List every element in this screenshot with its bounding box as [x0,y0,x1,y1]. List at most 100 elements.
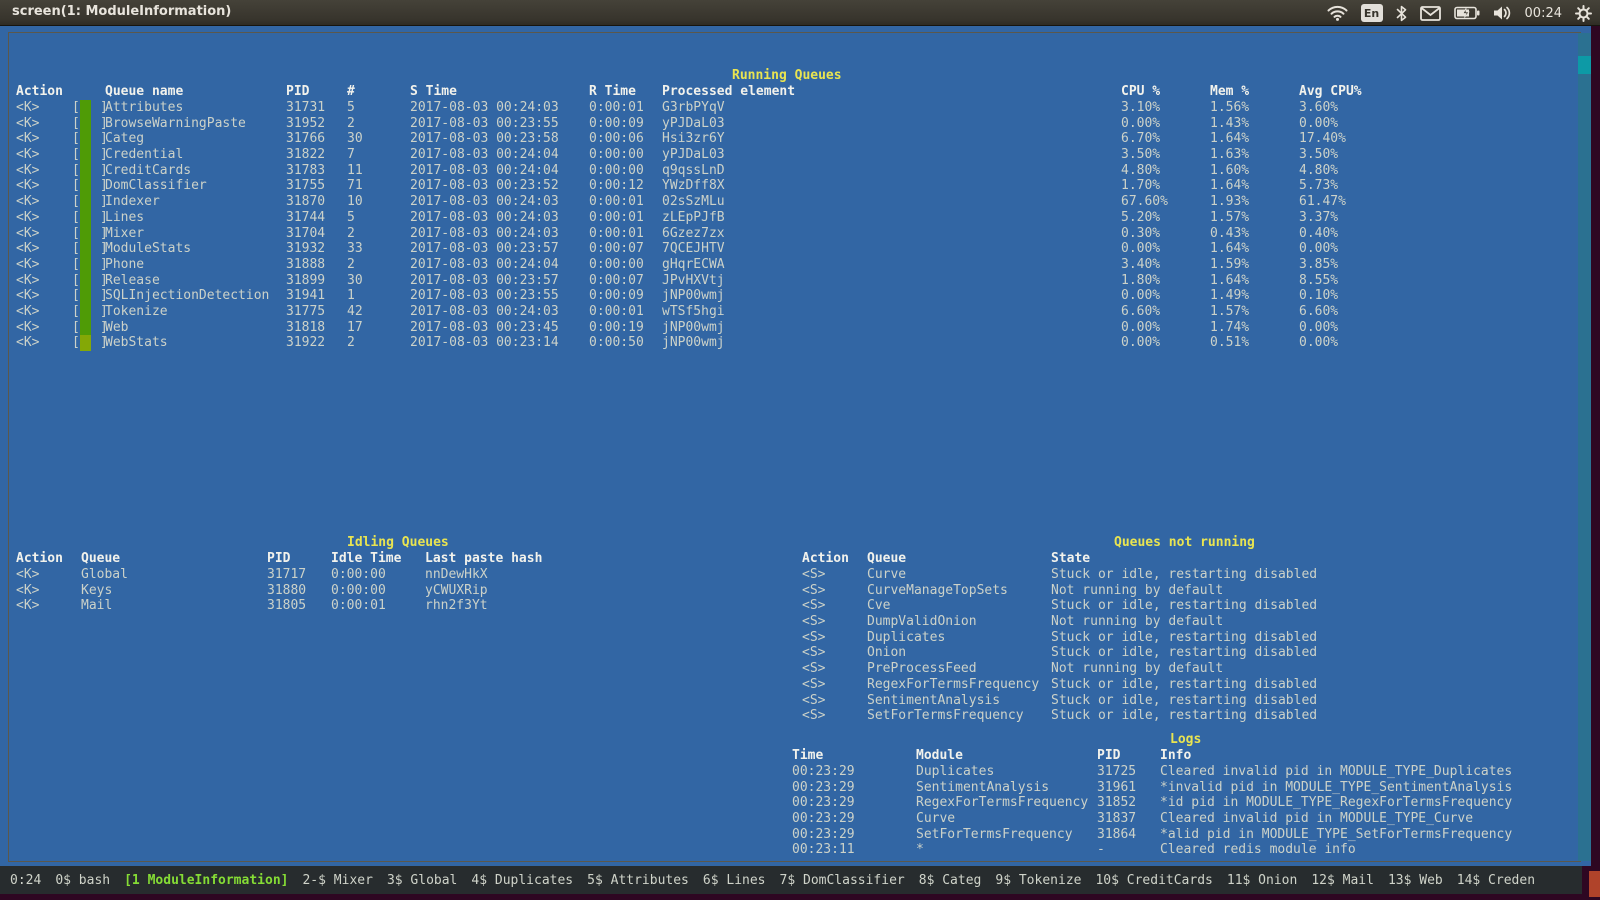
mem-cell: 1.64% [1210,131,1249,146]
avg_cpu-cell: 0.00% [1299,335,1338,350]
screen-window-tab[interactable]: 5$ Attributes [587,873,689,888]
count-cell: 30 [347,273,363,288]
s_time-cell: 2017-08-03 00:23:58 [410,131,559,146]
settings-gear-icon[interactable] [1575,5,1592,22]
screen-window-tab[interactable]: 6$ Lines [703,873,766,888]
screen-window-tab[interactable]: 4$ Duplicates [471,873,573,888]
queue-cell: PreProcessFeed [867,661,977,676]
column-header: Action [802,551,849,566]
panel-clock[interactable]: 00:24 [1525,6,1562,21]
pid-cell: 31731 [286,100,325,115]
queue-status-led [80,178,91,194]
window-title: screen(1: ModuleInformation) [12,4,231,19]
screen-window-tab[interactable]: [1 ModuleInformation] [124,873,288,888]
queue-cell: ModuleStats [105,241,191,256]
queue-cell: Categ [105,131,144,146]
s_time-cell: 2017-08-03 00:23:55 [410,116,559,131]
info-cell: *invalid pid in MODULE_TYPE_SentimentAna… [1160,780,1512,795]
column-header: R Time [589,84,636,99]
screen-window-tab[interactable]: 8$ Categ [919,873,982,888]
count-cell: 5 [347,100,355,115]
column-header: Mem % [1210,84,1249,99]
table-row: <K>Web31818172017-08-03 00:23:450:00:19j… [0,320,1591,336]
bracket-open: [ [72,147,80,162]
table-row: <S>RegexForTermsFrequencyStuck or idle, … [0,677,1591,693]
screen-window-tab[interactable]: 12$ Mail [1311,873,1374,888]
module-cell: SetForTermsFrequency [916,827,1073,842]
screen-window-tab[interactable]: 2-$ Mixer [302,873,372,888]
s_time-cell: 2017-08-03 00:24:03 [410,304,559,319]
keyboard-layout-badge[interactable]: En [1361,4,1383,22]
screen-window-tab[interactable]: 10$ CreditCards [1095,873,1212,888]
state-cell: Not running by default [1051,583,1223,598]
queue-cell: WebStats [105,335,168,350]
queue-status-led [80,304,91,320]
bracket-close: ] [100,335,108,350]
pid-cell: 31755 [286,178,325,193]
screen-window-tab[interactable]: 14$ Creden [1457,873,1535,888]
table-row: 00:23:29Duplicates31725Cleared invalid p… [0,764,1591,780]
queue-cell: Curve [867,567,906,582]
table-row: <K>Tokenize31775422017-08-03 00:24:030:0… [0,304,1591,320]
queue-status-led [80,147,91,163]
screen-window-tab[interactable]: 3$ Global [387,873,457,888]
cpu-cell: 5.20% [1121,210,1160,225]
r_time-cell: 0:00:19 [589,320,644,335]
state-cell: Stuck or idle, restarting disabled [1051,677,1317,692]
screen-window-tab[interactable]: 9$ Tokenize [995,873,1081,888]
mail-icon[interactable] [1420,6,1441,21]
processed-cell: gHqrECWA [662,257,725,272]
processed-cell: yPJDaL03 [662,116,725,131]
queue-cell: CurveManageTopSets [867,583,1008,598]
bracket-open: [ [72,273,80,288]
queue-status-led [80,131,91,147]
bluetooth-icon[interactable] [1396,5,1407,22]
bracket-close: ] [100,147,108,162]
header-row: ActionQueue namePID#S TimeR TimeProcesse… [0,84,1591,100]
queue-status-led [80,163,91,179]
info-cell: Cleared invalid pid in MODULE_TYPE_Dupli… [1160,764,1512,779]
action-cell: <K> [16,163,39,178]
queue-cell: Credential [105,147,183,162]
table-row: 00:23:29RegexForTermsFrequency31852*id p… [0,795,1591,811]
queue-cell: BrowseWarningPaste [105,116,246,131]
screen-window-tab[interactable]: 0$ bash [55,873,110,888]
action-cell: <K> [16,100,39,115]
queue-status-led [80,226,91,242]
volume-icon[interactable] [1493,5,1512,21]
mem-cell: 1.49% [1210,288,1249,303]
mem-cell: 0.51% [1210,335,1249,350]
battery-icon[interactable] [1454,6,1480,20]
screen-window-tab[interactable]: 13$ Web [1388,873,1443,888]
table-row: <S>DumpValidOnionNot running by default [0,614,1591,630]
r_time-cell: 0:00:00 [589,163,644,178]
action-cell: <K> [16,335,39,350]
pid-cell: 31870 [286,194,325,209]
queue-cell: Web [105,320,128,335]
table-row: <K>DomClassifier31755712017-08-03 00:23:… [0,178,1591,194]
table-row: <K>Categ31766302017-08-03 00:23:580:00:0… [0,131,1591,147]
column-header: Action [16,84,63,99]
bracket-close: ] [100,100,108,115]
logs-table: 00:23:29Duplicates31725Cleared invalid p… [0,764,1591,858]
mem-cell: 1.57% [1210,210,1249,225]
pid-cell: 31704 [286,226,325,241]
screen-window-tab[interactable]: 11$ Onion [1227,873,1297,888]
s_time-cell: 2017-08-03 00:23:45 [410,320,559,335]
s_time-cell: 2017-08-03 00:24:04 [410,257,559,272]
wifi-icon[interactable] [1327,5,1348,21]
s_time-cell: 2017-08-03 00:23:57 [410,273,559,288]
bracket-close: ] [100,210,108,225]
pid-cell: 31864 [1097,827,1136,842]
idling-queues-title: Idling Queues [347,535,449,550]
cpu-cell: 3.40% [1121,257,1160,272]
scrollbar-thumb[interactable] [1578,56,1591,74]
screen-window-tab[interactable]: 7$ DomClassifier [780,873,905,888]
count-cell: 71 [347,178,363,193]
top-panel: screen(1: ModuleInformation) En [0,0,1600,26]
processed-cell: yPJDaL03 [662,147,725,162]
logs-title: Logs [1170,732,1201,747]
cpu-cell: 3.10% [1121,100,1160,115]
state-cell: Stuck or idle, restarting disabled [1051,598,1317,613]
module-cell: Curve [916,811,955,826]
